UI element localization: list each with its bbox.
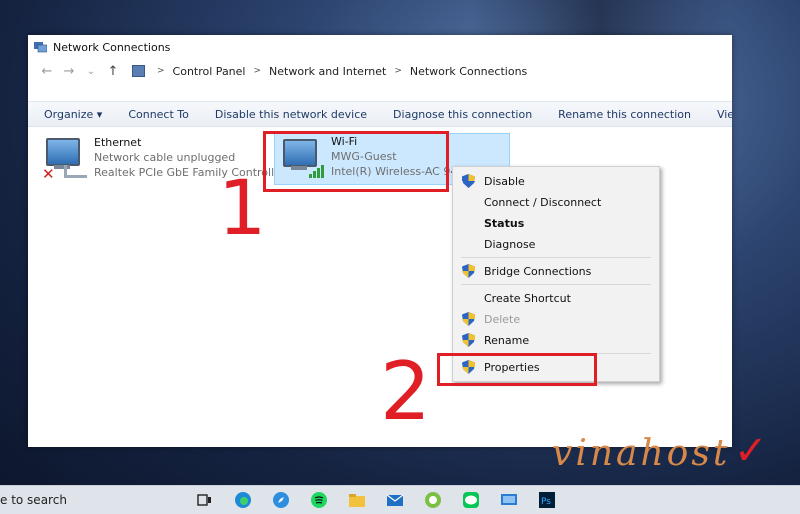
mail-icon[interactable] [386,491,404,509]
context-menu: Disable Connect / Disconnect Status Diag… [452,166,660,382]
disconnected-icon: ✕ [42,165,55,183]
menu-item-connect-disconnect[interactable]: Connect / Disconnect [453,192,659,212]
rename-button[interactable]: Rename this connection [545,108,704,121]
menu-item-label: Create Shortcut [484,291,571,305]
organize-button[interactable]: Organize ▾ [28,108,115,121]
spotify-icon[interactable] [310,491,328,509]
menu-separator [461,284,651,285]
properties-highlight-box [437,353,597,386]
menu-item-delete[interactable]: Delete [453,309,659,329]
window-title: Network Connections [53,40,171,54]
breadcrumb: > Control Panel > Network and Internet >… [132,65,527,78]
view-status-button[interactable]: View status of [704,108,732,121]
safari-icon[interactable] [272,491,290,509]
back-button[interactable]: ← [38,64,56,79]
menu-item-label: Delete [484,312,521,326]
breadcrumb-separator: > [253,66,262,76]
menu-separator [461,257,651,258]
shield-icon [462,264,475,278]
diagnose-button[interactable]: Diagnose this connection [380,108,545,121]
edge-icon[interactable] [234,491,252,509]
address-bar: ← → ⌄ ↑ > Control Panel > Network and In… [28,59,732,83]
control-panel-icon [132,65,145,77]
adapter-name: Ethernet [94,136,142,149]
title-bar: Network Connections [28,35,732,59]
menu-item-bridge-connections[interactable]: Bridge Connections [453,261,659,281]
connect-to-button[interactable]: Connect To [115,108,202,121]
up-button[interactable]: ↑ [104,64,122,79]
menu-item-status[interactable]: Status [453,213,659,233]
svg-text:Ps: Ps [541,497,551,507]
menu-item-rename[interactable]: Rename [453,330,659,350]
breadcrumb-separator: > [394,66,402,76]
menu-item-label: Connect / Disconnect [484,195,602,209]
breadcrumb-control-panel[interactable]: Control Panel [173,65,246,78]
vinahost-watermark: vinahost [552,433,731,474]
network-icon [34,41,47,52]
file-explorer-icon[interactable] [348,491,366,509]
shield-icon [462,312,475,326]
task-view-icon[interactable] [196,491,214,509]
breadcrumb-network-and-internet[interactable]: Network and Internet [269,65,386,78]
taskbar-search[interactable]: e to search [0,493,67,507]
menu-item-create-shortcut[interactable]: Create Shortcut [453,288,659,308]
wechat-icon[interactable] [424,491,442,509]
background-figure [470,0,730,40]
wifi-highlight-box [263,131,449,192]
shield-icon [462,174,475,188]
vinahost-check-logo: ✓ [734,428,768,474]
breadcrumb-network-connections[interactable]: Network Connections [410,65,527,78]
photoshop-icon[interactable]: Ps [538,491,556,509]
line-icon[interactable] [462,491,480,509]
menu-item-label: Status [484,216,525,230]
menu-item-diagnose[interactable]: Diagnose [453,234,659,254]
taskbar: e to search Ps [0,485,800,514]
menu-item-label: Diagnose [484,237,536,251]
menu-item-disable[interactable]: Disable [453,171,659,191]
ethernet-icon: ✕ [42,135,88,183]
disable-device-button[interactable]: Disable this network device [202,108,380,121]
step-1-label: 1 [218,163,267,252]
forward-button[interactable]: → [60,64,78,79]
shield-icon [462,333,475,347]
menu-item-label: Rename [484,333,530,347]
breadcrumb-separator: > [157,66,165,76]
menu-item-label: Disable [484,174,525,188]
command-bar: Organize ▾ Connect To Disable this netwo… [28,101,732,127]
recent-locations-button[interactable]: ⌄ [82,66,100,77]
menu-item-label: Bridge Connections [484,264,592,278]
remote-desktop-icon[interactable] [500,491,518,509]
step-2-label: 2 [380,345,431,438]
